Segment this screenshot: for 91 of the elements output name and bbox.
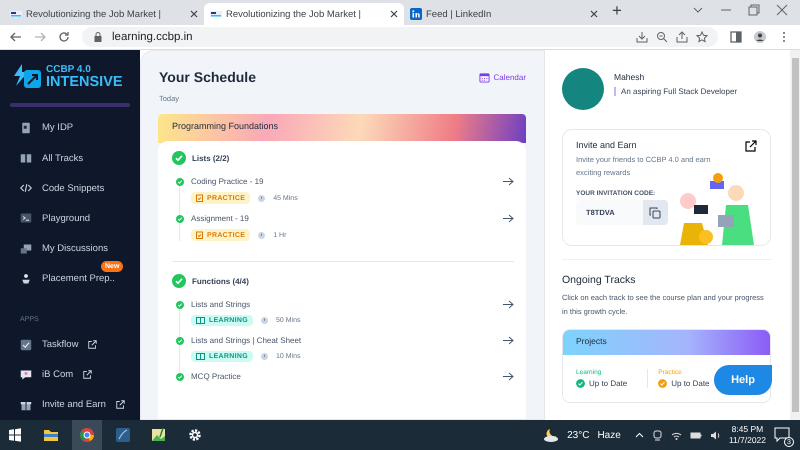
book-icon: [196, 353, 205, 360]
camera-icon[interactable]: [652, 430, 663, 440]
section-title: Lists (2/2): [192, 154, 230, 162]
external-link-icon: [83, 370, 92, 380]
chevron-up-icon[interactable]: [634, 430, 644, 440]
site-icon: [10, 8, 22, 20]
item-title[interactable]: MCQ Practice: [191, 372, 496, 381]
close-icon[interactable]: [590, 10, 598, 18]
sidebar-item[interactable]: Invite and Earn: [0, 390, 140, 420]
url-text: learning.ccbp.in: [112, 31, 194, 43]
chat-icon: [20, 368, 32, 381]
person-icon: [20, 272, 32, 285]
discussion-icon: [20, 242, 32, 255]
address-bar[interactable]: learning.ccbp.in: [82, 27, 718, 47]
document-icon: [20, 122, 32, 134]
weather-text: Haze: [597, 430, 621, 440]
share-icon[interactable]: [676, 31, 688, 43]
browser-tab[interactable]: Feed | LinkedIn: [404, 3, 604, 25]
book-icon: [20, 152, 32, 164]
external-link-icon: [116, 400, 125, 410]
card-title: Invite and Earn: [576, 140, 637, 150]
user-bio: An aspiring Full Stack Developer: [614, 87, 738, 96]
clock-icon: [258, 232, 266, 238]
external-link-icon: [88, 340, 98, 350]
arrow-right-icon[interactable]: [503, 177, 514, 186]
arrow-right-icon[interactable]: [503, 336, 514, 345]
lock-icon: [92, 31, 104, 43]
download-icon[interactable]: [636, 31, 648, 43]
book-icon: [196, 317, 205, 324]
clock-icon: [258, 194, 266, 202]
section-title: Functions (4/4): [192, 276, 249, 286]
sidebar-item[interactable]: Playground: [0, 203, 140, 234]
scrollbar[interactable]: [790, 50, 800, 420]
section-title: Ongoing Tracks: [562, 274, 637, 286]
sidebar-item[interactable]: Code Snippets: [0, 173, 140, 204]
item-title[interactable]: Lists and Strings | Cheat Sheet: [191, 336, 496, 345]
status-value: Up to Date: [589, 379, 628, 388]
sidebar-item[interactable]: iB Com: [0, 360, 140, 390]
profile-icon[interactable]: [754, 31, 766, 43]
arrow-right-icon[interactable]: [503, 214, 514, 223]
battery-icon[interactable]: [690, 430, 702, 440]
site-icon: [210, 8, 222, 20]
sidebar-item[interactable]: My IDP: [0, 112, 140, 144]
status-value: Up to Date: [671, 379, 710, 388]
zoom-icon[interactable]: [656, 31, 668, 43]
browser-tab[interactable]: Revolutionizing the Job Market |: [4, 3, 204, 25]
calendar-link[interactable]: Calendar: [478, 72, 526, 82]
restore-icon[interactable]: [748, 4, 760, 16]
logo-icon: [12, 64, 42, 90]
start-icon: [7, 427, 23, 443]
close-icon[interactable]: [190, 10, 198, 18]
clock-icon: [260, 317, 268, 324]
copy-button[interactable]: [643, 200, 668, 226]
star-icon[interactable]: [696, 31, 708, 43]
temperature: 23°C: [567, 430, 590, 440]
clock-icon: [260, 353, 268, 360]
track-title: Projects: [563, 330, 770, 355]
page-title: Your Schedule: [159, 69, 256, 85]
volume-icon[interactable]: [710, 430, 721, 440]
arrow-right-icon[interactable]: [503, 372, 514, 381]
moon-cloud-icon: [543, 428, 560, 442]
logo-text: INTENSIVE: [46, 74, 123, 90]
browser-icon[interactable]: [72, 420, 102, 450]
back-icon[interactable]: [10, 31, 22, 43]
reload-icon[interactable]: [58, 31, 70, 43]
terminal-icon: [20, 212, 32, 224]
sidebar-icon[interactable]: [730, 31, 742, 43]
checkbox-icon: [20, 338, 32, 351]
close-icon[interactable]: [390, 10, 398, 18]
course-header: Programming Foundations: [158, 114, 526, 143]
clipboard-icon: [196, 231, 203, 239]
new-tab-button[interactable]: +: [612, 1, 622, 23]
item-title[interactable]: Assignment - 19: [191, 214, 496, 223]
sidebar-item[interactable]: Taskflow: [0, 330, 140, 360]
clipboard-icon: [196, 194, 203, 202]
user-name: Mahesh: [614, 72, 646, 82]
clock[interactable]: 8:45 PM 11/7/2022: [728, 424, 766, 446]
logo-text: CCBP 4.0: [46, 64, 92, 75]
calendar-icon: [478, 72, 490, 82]
item-title[interactable]: Coding Practice - 19: [191, 177, 496, 186]
close-icon[interactable]: [776, 4, 788, 16]
browser-tab[interactable]: Revolutionizing the Job Market |: [204, 3, 404, 25]
sidebar-item[interactable]: All Tracks: [0, 143, 140, 174]
help-button[interactable]: Help: [714, 365, 772, 395]
code-icon: [20, 182, 32, 194]
arrow-right-icon[interactable]: [503, 300, 514, 309]
external-link-icon: [745, 140, 757, 152]
item-title[interactable]: Lists and Strings: [191, 300, 496, 309]
linkedin-icon: [410, 8, 422, 20]
avatar: [562, 68, 604, 110]
copy-icon: [649, 206, 661, 219]
